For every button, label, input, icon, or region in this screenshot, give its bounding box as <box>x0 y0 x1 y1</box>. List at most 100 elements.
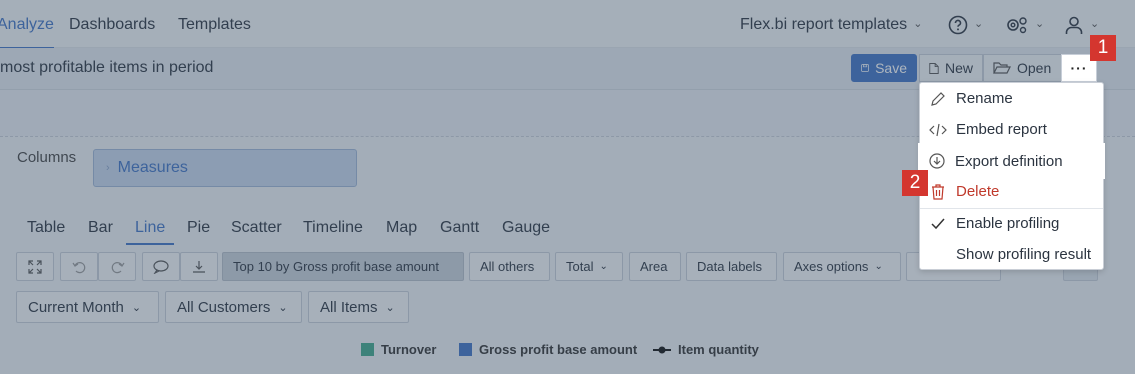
code-icon <box>929 123 947 136</box>
chevron-down-icon: ⌄ <box>1035 17 1045 30</box>
save-label: Save <box>875 60 907 76</box>
measures-label: Measures <box>117 159 188 176</box>
export-button[interactable] <box>180 252 218 281</box>
legend-turnover-label: Turnover <box>381 342 437 357</box>
chart-type-line[interactable]: Line <box>125 219 175 245</box>
legend-gross-profit[interactable]: Gross profit base amount <box>459 342 637 357</box>
embed-label: Embed report <box>956 121 1047 138</box>
tab-templates[interactable]: Templates <box>178 16 251 34</box>
chevron-down-icon: ⌄ <box>913 18 923 30</box>
top10-filter-button[interactable]: Top 10 by Gross profit base amount <box>222 252 464 281</box>
download-circle-icon <box>929 153 945 169</box>
redo-button[interactable] <box>98 252 136 281</box>
menu-item-enable-profiling[interactable]: Enable profiling <box>920 208 1103 239</box>
menu-item-embed-report[interactable]: Embed report <box>920 114 1103 145</box>
new-report-button[interactable]: New <box>919 54 983 82</box>
menu-item-rename[interactable]: Rename <box>920 83 1103 114</box>
top10-label: Top 10 by Gross profit base amount <box>233 259 439 274</box>
chevron-right-icon: › <box>106 162 110 174</box>
total-label: Total <box>566 259 594 274</box>
expand-icon <box>28 259 42 274</box>
chart-type-table[interactable]: Table <box>27 219 65 237</box>
user-menu[interactable]: ⌄ <box>1064 15 1099 35</box>
chart-type-pie[interactable]: Pie <box>187 219 210 237</box>
data-labels-label: Data labels <box>697 259 763 274</box>
tab-dashboards[interactable]: Dashboards <box>69 16 155 34</box>
menu-item-delete[interactable]: Delete <box>920 176 1103 207</box>
all-others-button[interactable]: All others <box>469 252 550 281</box>
enable-profiling-label: Enable profiling <box>956 215 1060 232</box>
settings-menu[interactable]: ⌄ <box>1005 15 1044 35</box>
open-label: Open <box>1017 60 1052 76</box>
download-icon <box>193 260 205 273</box>
delete-label: Delete <box>956 183 1000 200</box>
filter-all-items-label: All Items <box>320 298 378 316</box>
menu-item-show-profiling-result[interactable]: Show profiling result <box>920 239 1103 270</box>
save-icon <box>861 64 869 72</box>
open-report-button[interactable]: Open <box>983 54 1062 82</box>
report-templates-menu[interactable]: Flex.bi report templates ⌄ <box>740 16 922 34</box>
chevron-down-icon: ⌄ <box>385 301 395 314</box>
chart-type-map[interactable]: Map <box>386 219 417 237</box>
report-templates-label: Flex.bi report templates <box>740 16 908 33</box>
chevron-down-icon: ⌄ <box>874 261 883 272</box>
chart-type-bar[interactable]: Bar <box>88 219 113 237</box>
checkmark-icon <box>931 218 945 229</box>
gross-profit-swatch <box>459 343 472 356</box>
step-badge-2: 2 <box>902 170 928 196</box>
user-icon <box>1065 16 1083 34</box>
total-button[interactable]: Total ⌄ <box>555 252 623 281</box>
filter-all-customers[interactable]: All Customers ⌄ <box>165 291 302 323</box>
help-menu[interactable]: ⌄ <box>948 15 983 35</box>
axes-options-button[interactable]: Axes options ⌄ <box>783 252 901 281</box>
legend-item-quantity[interactable]: Item quantity <box>653 342 759 357</box>
filter-all-items[interactable]: All Items ⌄ <box>308 291 409 323</box>
legend-turnover[interactable]: Turnover <box>361 342 436 357</box>
filter-all-customers-label: All Customers <box>177 298 271 316</box>
export-definition-label: Export definition <box>955 152 1063 170</box>
new-document-icon <box>929 62 939 74</box>
chevron-down-icon: ⌄ <box>1090 17 1100 30</box>
step-badge-1: 1 <box>1090 35 1116 61</box>
ellipsis-icon: ··· <box>1070 60 1088 76</box>
chart-type-gantt[interactable]: Gantt <box>440 219 479 237</box>
new-label: New <box>944 60 973 76</box>
rename-label: Rename <box>956 90 1013 107</box>
save-button[interactable]: Save <box>851 54 917 82</box>
area-label: Area <box>640 259 668 274</box>
tab-analyze[interactable]: Analyze <box>0 16 54 49</box>
filter-current-month[interactable]: Current Month ⌄ <box>16 291 159 323</box>
data-labels-button[interactable]: Data labels <box>686 252 777 281</box>
help-icon <box>948 15 968 35</box>
undo-icon <box>72 261 85 273</box>
legend-gross-profit-label: Gross profit base amount <box>479 342 638 357</box>
folder-open-icon <box>993 62 1011 74</box>
redo-icon <box>111 261 124 273</box>
menu-item-export-definition[interactable]: Export definition <box>919 144 1104 178</box>
chevron-down-icon: ⌄ <box>974 17 984 30</box>
chevron-down-icon: ⌄ <box>278 301 288 314</box>
chart-type-gauge[interactable]: Gauge <box>502 219 550 237</box>
pencil-icon <box>931 91 945 106</box>
chart-type-scatter[interactable]: Scatter <box>231 219 282 237</box>
columns-dimension-measures[interactable]: › Measures <box>93 149 357 187</box>
legend-item-quantity-label: Item quantity <box>678 342 759 357</box>
chevron-down-icon: ⌄ <box>131 301 142 314</box>
fullscreen-button[interactable] <box>16 252 54 281</box>
columns-label: Columns <box>17 149 77 166</box>
axes-options-label: Axes options <box>794 259 869 274</box>
chevron-down-icon: ⌄ <box>599 261 608 272</box>
turnover-swatch <box>361 343 374 356</box>
chart-type-timeline[interactable]: Timeline <box>303 219 363 237</box>
line-marker-icon <box>653 346 671 353</box>
comment-button[interactable] <box>142 252 180 281</box>
comment-icon <box>153 259 169 274</box>
all-others-label: All others <box>480 259 535 274</box>
report-title[interactable]: most profitable items in period <box>0 59 213 77</box>
undo-button[interactable] <box>60 252 98 281</box>
filter-current-month-label: Current Month <box>28 298 124 316</box>
gears-icon <box>1007 17 1027 34</box>
trash-icon <box>932 183 944 200</box>
show-profiling-result-label: Show profiling result <box>956 246 1092 263</box>
area-toggle-button[interactable]: Area <box>629 252 681 281</box>
